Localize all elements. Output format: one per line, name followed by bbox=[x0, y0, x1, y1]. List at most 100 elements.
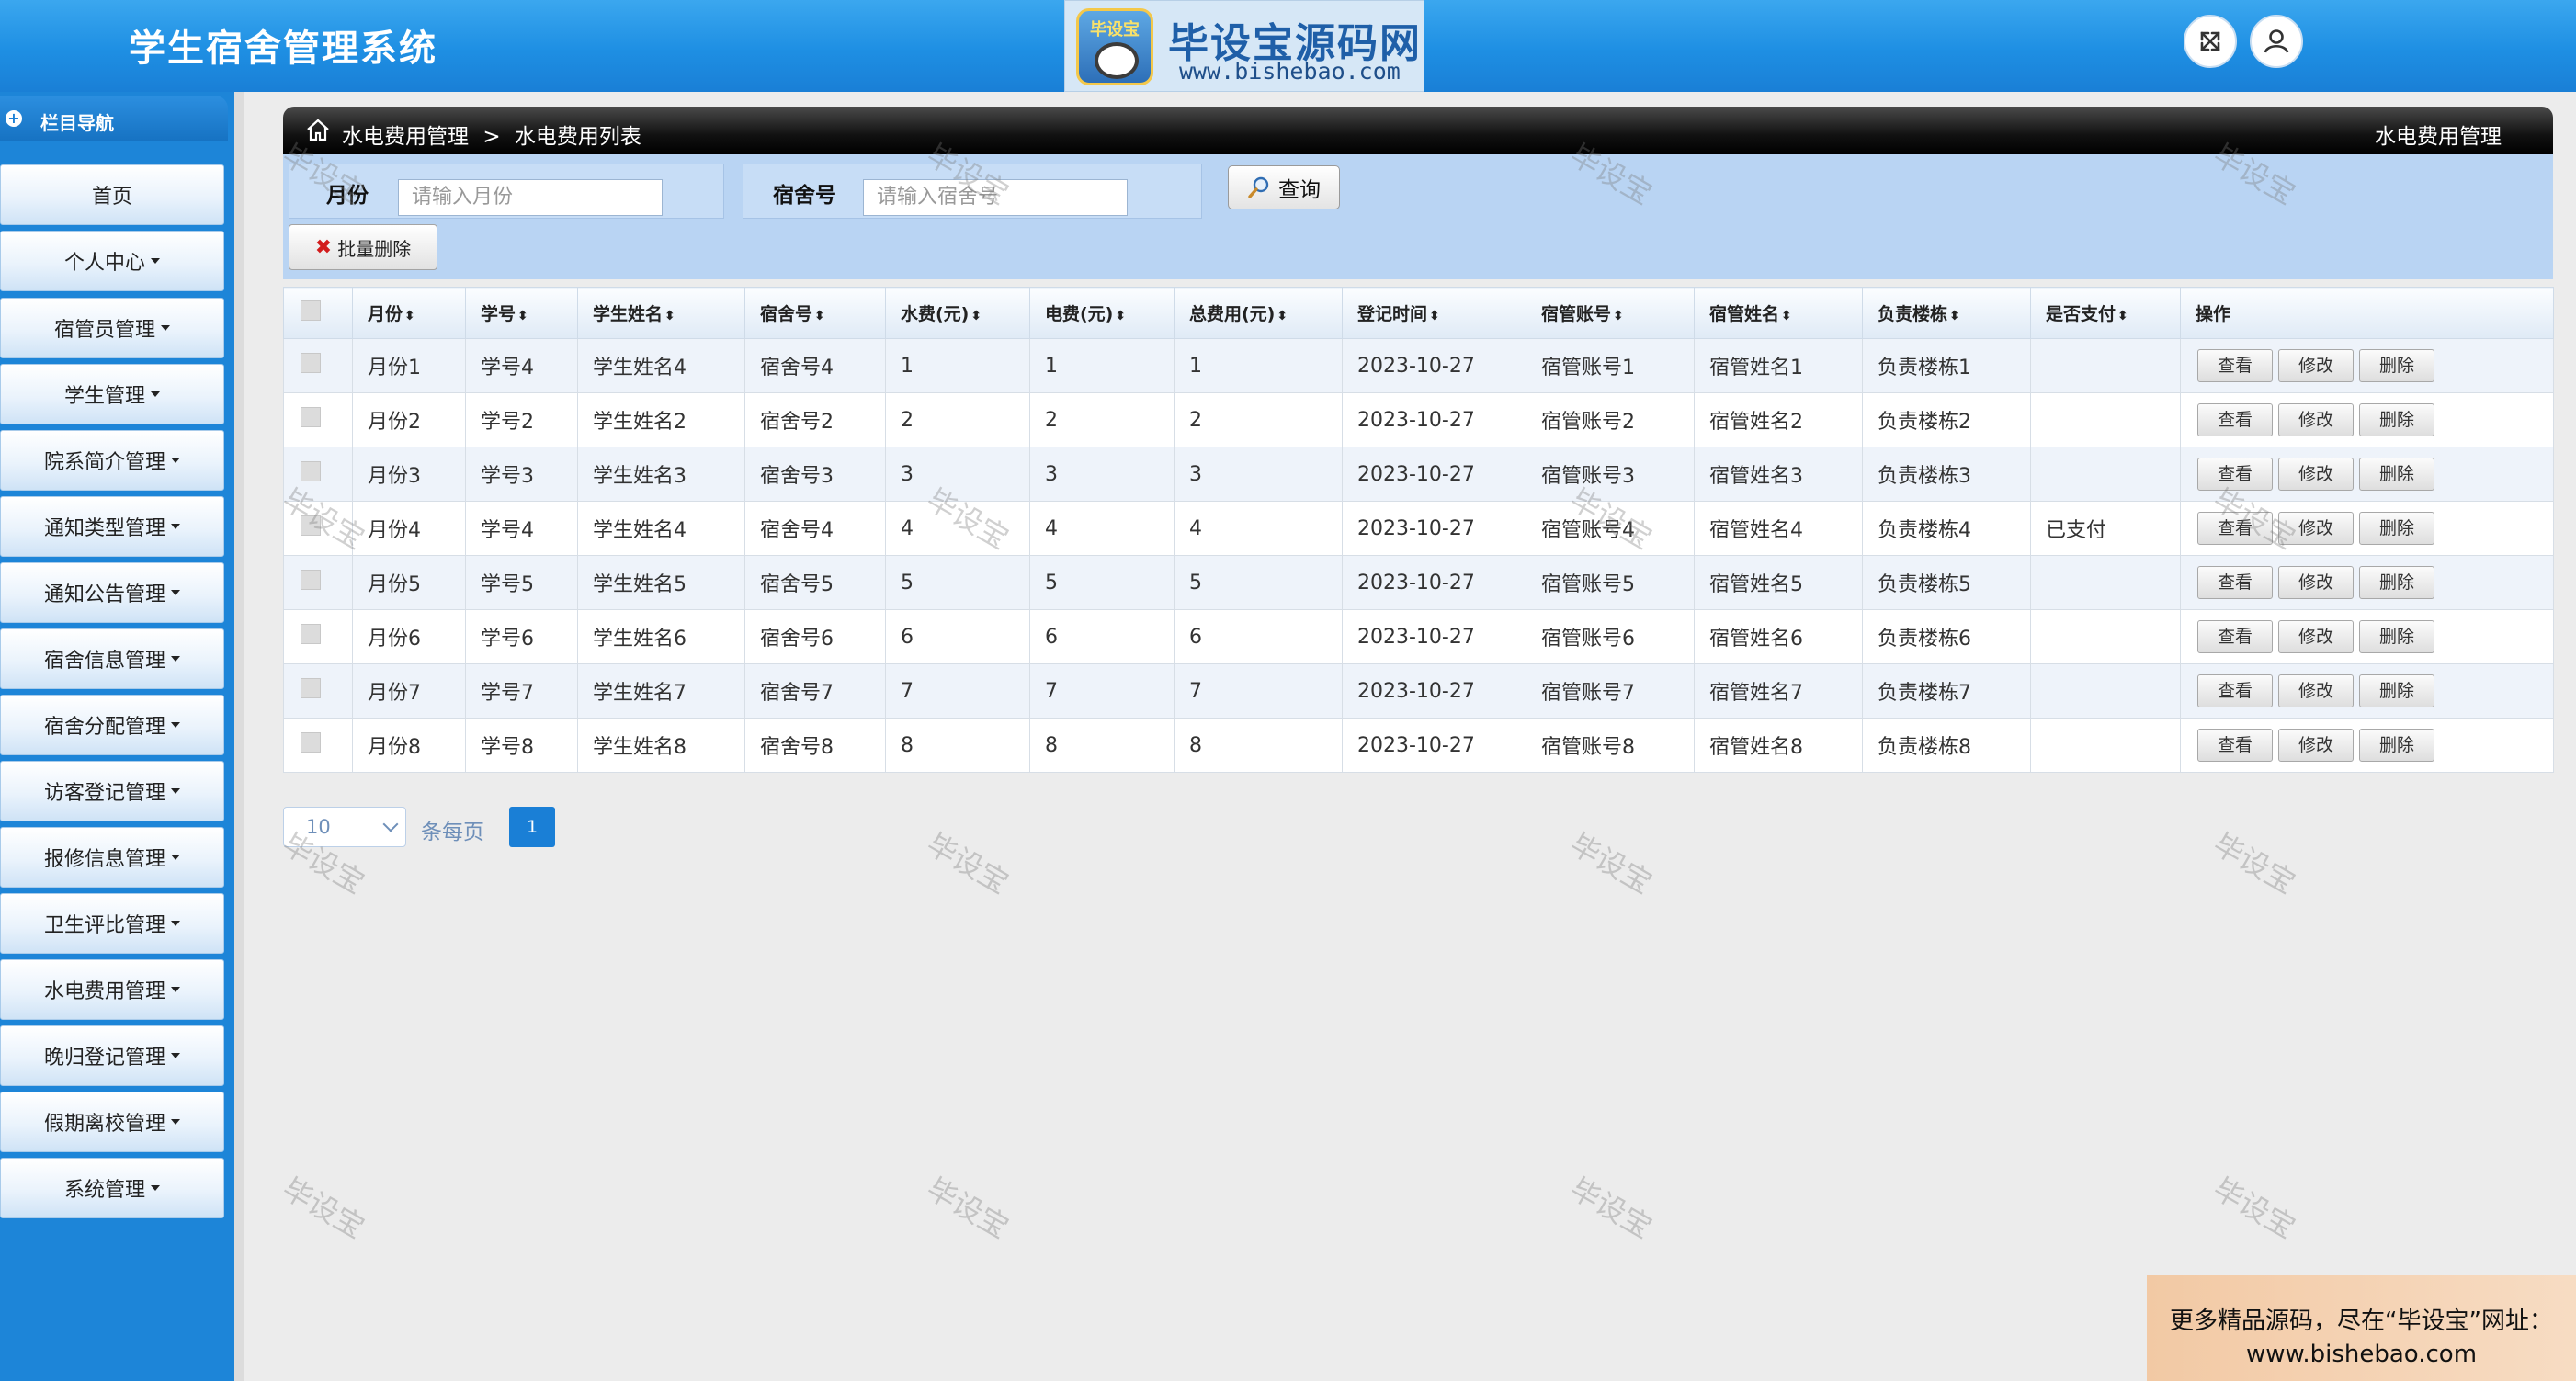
edit-button[interactable]: 修改 bbox=[2278, 349, 2354, 382]
edit-button[interactable]: 修改 bbox=[2278, 512, 2354, 545]
sort-icon: ⬍ bbox=[1429, 309, 1440, 323]
column-header[interactable]: 总费用(元) ⬍ bbox=[1174, 287, 1343, 339]
caret-down-icon bbox=[151, 1185, 160, 1191]
delete-button[interactable]: 删除 bbox=[2359, 403, 2434, 436]
edit-button[interactable]: 修改 bbox=[2278, 620, 2354, 653]
table-cell: 8 bbox=[1029, 718, 1175, 773]
select-all-checkbox[interactable] bbox=[301, 300, 321, 321]
table-cell: 2023-10-27 bbox=[1342, 663, 1526, 719]
room-input[interactable]: 请输入宿舍号 bbox=[863, 179, 1128, 216]
table-cell: 3 bbox=[885, 447, 1030, 502]
sidebar-item-8[interactable]: 宿舍分配管理 bbox=[0, 695, 224, 755]
sidebar-item-0[interactable]: 首页 bbox=[0, 164, 224, 225]
query-button[interactable]: 查询 bbox=[1228, 165, 1340, 209]
view-button[interactable]: 查看 bbox=[2197, 458, 2273, 491]
delete-button[interactable]: 删除 bbox=[2359, 458, 2434, 491]
sort-icon: ⬍ bbox=[1949, 309, 1960, 323]
view-button[interactable]: 查看 bbox=[2197, 674, 2273, 707]
sidebar-item-6[interactable]: 通知公告管理 bbox=[0, 562, 224, 623]
view-button[interactable]: 查看 bbox=[2197, 729, 2273, 762]
table-cell bbox=[2030, 609, 2181, 664]
user-button[interactable] bbox=[2250, 15, 2303, 68]
sidebar-item-3[interactable]: 学生管理 bbox=[0, 364, 224, 424]
view-button[interactable]: 查看 bbox=[2197, 403, 2273, 436]
delete-button[interactable]: 删除 bbox=[2359, 729, 2434, 762]
edit-button[interactable]: 修改 bbox=[2278, 458, 2354, 491]
watermark: 毕设宝 bbox=[2207, 1171, 2302, 1246]
view-button[interactable]: 查看 bbox=[2197, 349, 2273, 382]
home-icon[interactable] bbox=[305, 118, 331, 141]
fullscreen-button[interactable] bbox=[2184, 15, 2237, 68]
caret-down-icon bbox=[151, 258, 160, 264]
table-cell: 2023-10-27 bbox=[1342, 338, 1526, 393]
caret-down-icon bbox=[171, 987, 180, 992]
row-checkbox[interactable] bbox=[301, 678, 321, 698]
table-cell: 宿管姓名7 bbox=[1694, 663, 1863, 719]
sidebar-item-11[interactable]: 卫生评比管理 bbox=[0, 893, 224, 954]
column-header[interactable]: 宿舍号 ⬍ bbox=[744, 287, 886, 339]
table-cell: 6 bbox=[885, 609, 1030, 664]
sidebar-item-9[interactable]: 访客登记管理 bbox=[0, 761, 224, 821]
page-button-current[interactable]: 1 bbox=[509, 807, 555, 847]
table-header: 月份 ⬍ 学号 ⬍ 学生姓名 ⬍ 宿舍号 ⬍ 水费(元) ⬍ 电费(元) ⬍ 总费用(元) ⬍ 登记时间 ⬍ 宿… bbox=[283, 287, 2554, 339]
table-cell: 2023-10-27 bbox=[1342, 501, 1526, 556]
delete-button[interactable]: 删除 bbox=[2359, 620, 2434, 653]
caret-down-icon bbox=[171, 788, 180, 794]
sidebar-item-5[interactable]: 通知类型管理 bbox=[0, 496, 224, 557]
sidebar-item-label: 假期离校管理 bbox=[43, 1113, 165, 1136]
edit-button[interactable]: 修改 bbox=[2278, 403, 2354, 436]
table-cell: 2023-10-27 bbox=[1342, 447, 1526, 502]
sidebar-item-15[interactable]: 系统管理 bbox=[0, 1158, 224, 1218]
edit-button[interactable]: 修改 bbox=[2278, 729, 2354, 762]
table-cell: 负责楼栋7 bbox=[1862, 663, 2031, 719]
column-header-label: 宿管姓名 bbox=[1709, 304, 1780, 324]
row-checkbox[interactable] bbox=[301, 515, 321, 536]
view-button[interactable]: 查看 bbox=[2197, 512, 2273, 545]
sidebar-item-10[interactable]: 报修信息管理 bbox=[0, 827, 224, 888]
table-cell: 学号8 bbox=[465, 718, 578, 773]
sidebar-item-13[interactable]: 晚归登记管理 bbox=[0, 1025, 224, 1086]
page-size-select[interactable]: 10 bbox=[283, 807, 406, 847]
row-checkbox[interactable] bbox=[301, 353, 321, 373]
edit-button[interactable]: 修改 bbox=[2278, 674, 2354, 707]
delete-button[interactable]: 删除 bbox=[2359, 566, 2434, 599]
sidebar-item-1[interactable]: 个人中心 bbox=[0, 231, 224, 291]
delete-button[interactable]: 删除 bbox=[2359, 349, 2434, 382]
row-checkbox[interactable] bbox=[301, 624, 321, 644]
view-button[interactable]: 查看 bbox=[2197, 620, 2273, 653]
column-header[interactable]: 学号 ⬍ bbox=[465, 287, 578, 339]
sidebar-item-14[interactable]: 假期离校管理 bbox=[0, 1092, 224, 1152]
sidebar-item-7[interactable]: 宿舍信息管理 bbox=[0, 628, 224, 689]
column-header[interactable]: 宿管姓名 ⬍ bbox=[1694, 287, 1863, 339]
table-cell: 负责楼栋6 bbox=[1862, 609, 2031, 664]
table-row: 月份5 学号5 学生姓名5 宿舍号5 5 5 5 2023-10-27 宿管账号5 宿管姓名5 负责… bbox=[283, 555, 2554, 610]
column-header[interactable]: 水费(元) ⬍ bbox=[885, 287, 1030, 339]
sidebar-item-2[interactable]: 宿管员管理 bbox=[0, 298, 224, 358]
column-header[interactable]: 是否支付 ⬍ bbox=[2030, 287, 2181, 339]
column-header[interactable]: 电费(元) ⬍ bbox=[1029, 287, 1175, 339]
batch-delete-button[interactable]: ✖ 批量删除 bbox=[289, 224, 437, 270]
table-cell: 6 bbox=[1174, 609, 1343, 664]
month-input[interactable]: 请输入月份 bbox=[398, 179, 663, 216]
sidebar-item-label: 卫生评比管理 bbox=[43, 914, 165, 937]
column-header[interactable]: 负责楼栋 ⬍ bbox=[1862, 287, 2031, 339]
delete-button[interactable]: 删除 bbox=[2359, 512, 2434, 545]
row-checkbox[interactable] bbox=[301, 407, 321, 427]
breadcrumb-parent[interactable]: 水电费用管理 bbox=[342, 125, 469, 149]
sort-icon: ⬍ bbox=[1781, 309, 1792, 323]
column-header[interactable]: 月份 ⬍ bbox=[352, 287, 466, 339]
row-checkbox[interactable] bbox=[301, 570, 321, 590]
edit-button[interactable]: 修改 bbox=[2278, 566, 2354, 599]
delete-button[interactable]: 删除 bbox=[2359, 674, 2434, 707]
table-cell: 学号5 bbox=[465, 555, 578, 610]
sidebar-item-12[interactable]: 水电费用管理 bbox=[0, 959, 224, 1020]
column-header[interactable]: 登记时间 ⬍ bbox=[1342, 287, 1526, 339]
column-header[interactable]: 宿管账号 ⬍ bbox=[1526, 287, 1695, 339]
row-checkbox[interactable] bbox=[301, 732, 321, 753]
sidebar-item-4[interactable]: 院系简介管理 bbox=[0, 430, 224, 491]
table-cell: 负责楼栋3 bbox=[1862, 447, 2031, 502]
view-button[interactable]: 查看 bbox=[2197, 566, 2273, 599]
row-checkbox[interactable] bbox=[301, 461, 321, 481]
column-header[interactable]: 学生姓名 ⬍ bbox=[577, 287, 745, 339]
table-cell: 学号2 bbox=[465, 392, 578, 447]
